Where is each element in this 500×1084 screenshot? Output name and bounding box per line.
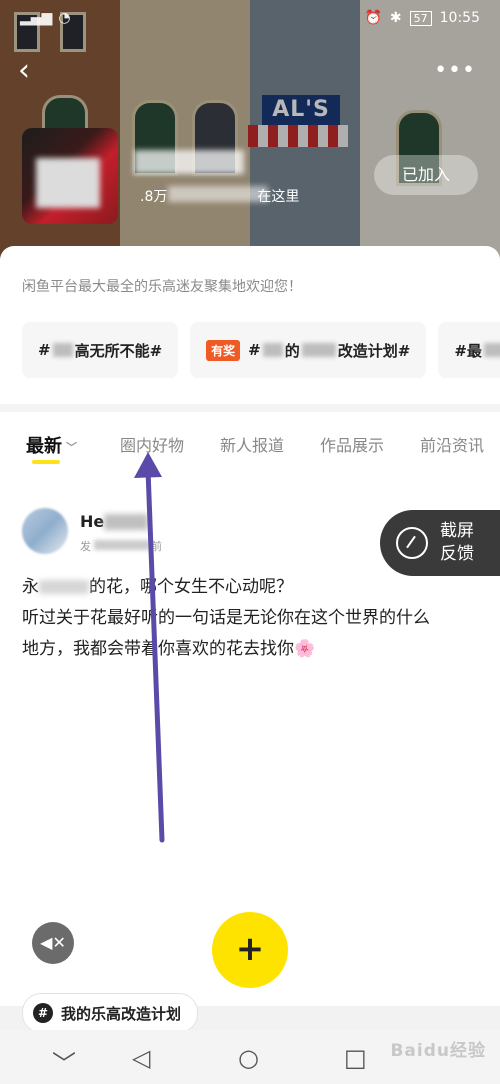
recents-square-icon[interactable]: □ bbox=[344, 1044, 367, 1072]
topic-shortcut-chip[interactable]: # 我的乐高改造计划 bbox=[22, 993, 199, 1033]
reward-badge: 有奖 bbox=[206, 339, 241, 361]
tab-showcase[interactable]: 作品展示 bbox=[320, 432, 384, 456]
alarm-icon: ⏰ bbox=[364, 10, 382, 26]
topic-chip[interactable]: #最 bbox=[438, 322, 500, 378]
battery-icon: 57 bbox=[409, 10, 432, 26]
joined-button[interactable]: 已加入 bbox=[374, 155, 478, 195]
mute-icon[interactable]: ◀✕ bbox=[32, 922, 74, 964]
tab-latest[interactable]: 最新 ﹀ bbox=[26, 432, 77, 458]
wifi-icon: ◔ bbox=[58, 10, 71, 26]
active-tab-indicator bbox=[32, 460, 60, 464]
status-right: ⏰ ✱ 57 10:55 bbox=[364, 10, 480, 26]
status-time: 10:55 bbox=[439, 10, 480, 26]
avatar[interactable] bbox=[22, 508, 68, 554]
status-bar: ▂▄▆ ◔ ⏰ ✱ 57 10:55 bbox=[20, 6, 480, 30]
chevron-down-icon: ﹀ bbox=[66, 441, 77, 454]
group-content-card: 闲鱼平台最大最全的乐高迷友聚集地欢迎您！ # 高无所不能# 有奖 # 的改造计划# … bbox=[0, 246, 500, 1006]
group-title-blur bbox=[134, 150, 244, 174]
post-username[interactable]: He bbox=[80, 512, 104, 531]
status-signal: ▂▄▆ ◔ bbox=[20, 10, 71, 26]
category-tabs: 最新 ﹀ 圈内好物 新人报道 作品展示 前沿资讯 bbox=[0, 422, 500, 478]
group-banner: AL'S ▂▄▆ ◔ ⏰ ✱ 57 10:55 ‹ ••• .8万 在这里 已加入 bbox=[0, 0, 500, 270]
topic-chip[interactable]: 有奖 # 的改造计划# bbox=[190, 322, 427, 378]
topic-chip[interactable]: # 高无所不能# bbox=[22, 322, 179, 378]
chevron-left-icon[interactable]: ‹ bbox=[18, 56, 48, 86]
more-dots-icon[interactable]: ••• bbox=[434, 58, 476, 83]
create-post-button[interactable]: + bbox=[212, 912, 288, 988]
tab-new-members[interactable]: 新人报道 bbox=[220, 432, 284, 456]
group-avatar bbox=[22, 128, 118, 224]
chip-label: 我的乐高改造计划 bbox=[61, 1004, 182, 1023]
topic-list: # 高无所不能# 有奖 # 的改造计划# #最 bbox=[22, 322, 500, 378]
feedback-icon bbox=[396, 527, 428, 559]
welcome-text: 闲鱼平台最大最全的乐高迷友聚集地欢迎您！ bbox=[22, 279, 302, 295]
collapse-chevron-icon[interactable]: ﹀ bbox=[52, 1044, 76, 1079]
screenshot-feedback-button[interactable]: 截屏 反馈 bbox=[380, 510, 500, 576]
tab-frontier[interactable]: 前沿资讯 bbox=[420, 432, 484, 456]
watermark: Baidu经验 bbox=[390, 1041, 486, 1061]
back-triangle-icon[interactable]: ◁ bbox=[132, 1044, 150, 1072]
tab-good-items[interactable]: 圈内好物 bbox=[120, 432, 184, 456]
hash-icon: # bbox=[33, 1003, 53, 1023]
bluetooth-icon: ✱ bbox=[389, 10, 402, 26]
post-text: 永的花，哪个女生不心动呢？ 听过关于花最好听的一句话是无论你在这个世界的什么 地… bbox=[22, 577, 430, 659]
home-circle-icon[interactable]: ○ bbox=[238, 1044, 259, 1072]
signal-icon: ▂▄▆ bbox=[20, 10, 53, 26]
